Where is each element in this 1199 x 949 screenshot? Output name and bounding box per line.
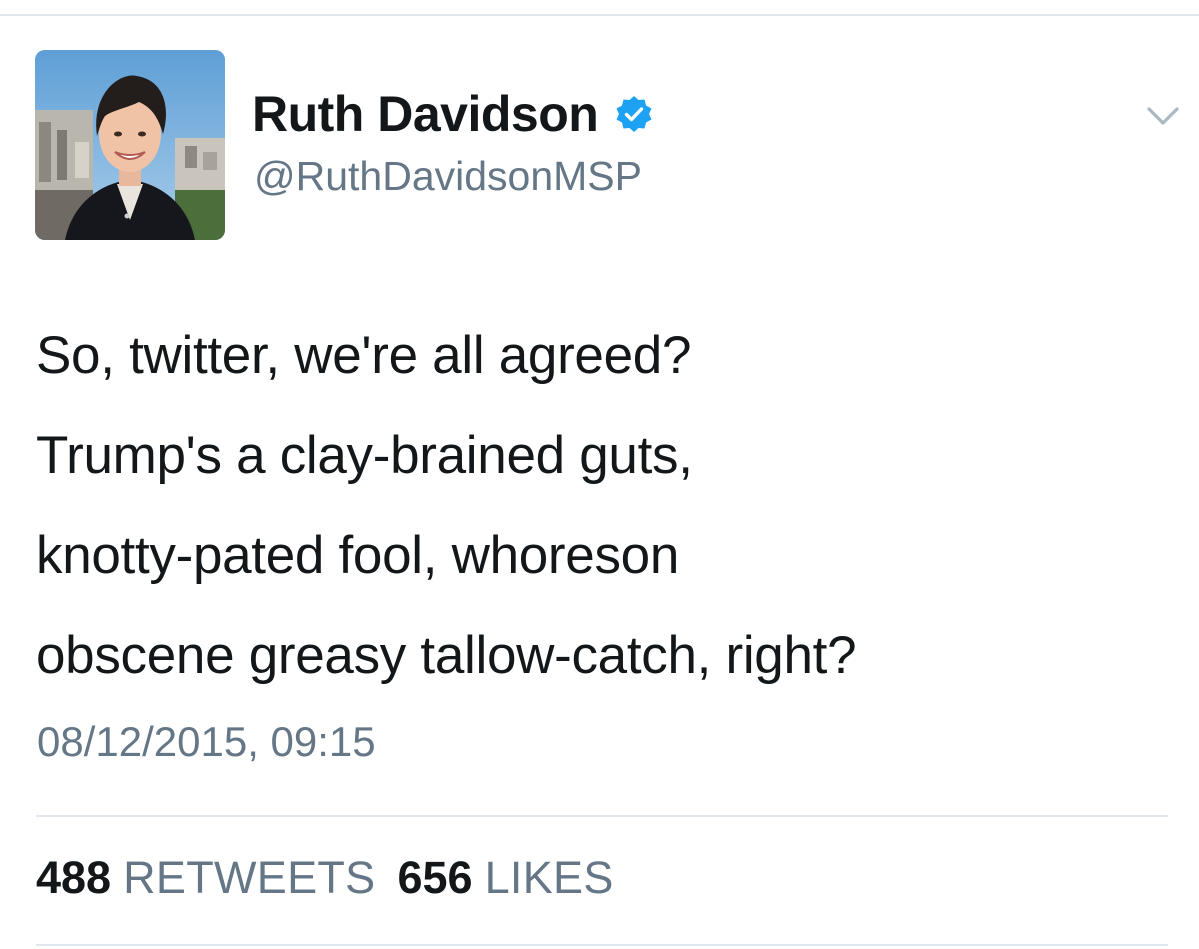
tweet-text-line: So, twitter, we're all agreed? bbox=[36, 326, 692, 385]
retweets-count: 488 bbox=[36, 852, 112, 903]
stats-top-divider bbox=[36, 815, 1168, 817]
retweets-label: RETWEETS bbox=[123, 852, 376, 903]
likes-count: 656 bbox=[397, 852, 473, 903]
top-divider bbox=[0, 14, 1199, 16]
stats-bottom-divider bbox=[36, 944, 1168, 946]
display-name[interactable]: Ruth Davidson bbox=[252, 85, 599, 143]
tweet-timestamp[interactable]: 08/12/2015, 09:15 bbox=[37, 718, 376, 766]
tweet-text-line: Trump's a clay-brained guts, bbox=[36, 426, 693, 485]
avatar[interactable] bbox=[35, 50, 225, 240]
profile-photo-icon bbox=[35, 50, 225, 240]
author-name-row[interactable]: Ruth Davidson bbox=[252, 82, 654, 146]
tweet-text-line: knotty-pated fool, whoreson bbox=[36, 526, 680, 585]
author-handle[interactable]: @RuthDavidsonMSP bbox=[254, 153, 642, 200]
verified-badge-icon bbox=[614, 94, 654, 134]
chevron-down-icon[interactable] bbox=[1146, 104, 1180, 128]
likes-stat[interactable]: 656 LIKES bbox=[398, 852, 614, 904]
tweet-stats: 488 RETWEETS 656 LIKES bbox=[36, 852, 614, 904]
likes-label: LIKES bbox=[484, 852, 614, 903]
tweet-text-line: obscene greasy tallow-catch, right? bbox=[36, 626, 857, 685]
retweets-stat[interactable]: 488 RETWEETS bbox=[36, 852, 376, 904]
tweet-text: So, twitter, we're all agreed? Trump's a… bbox=[36, 306, 1186, 706]
